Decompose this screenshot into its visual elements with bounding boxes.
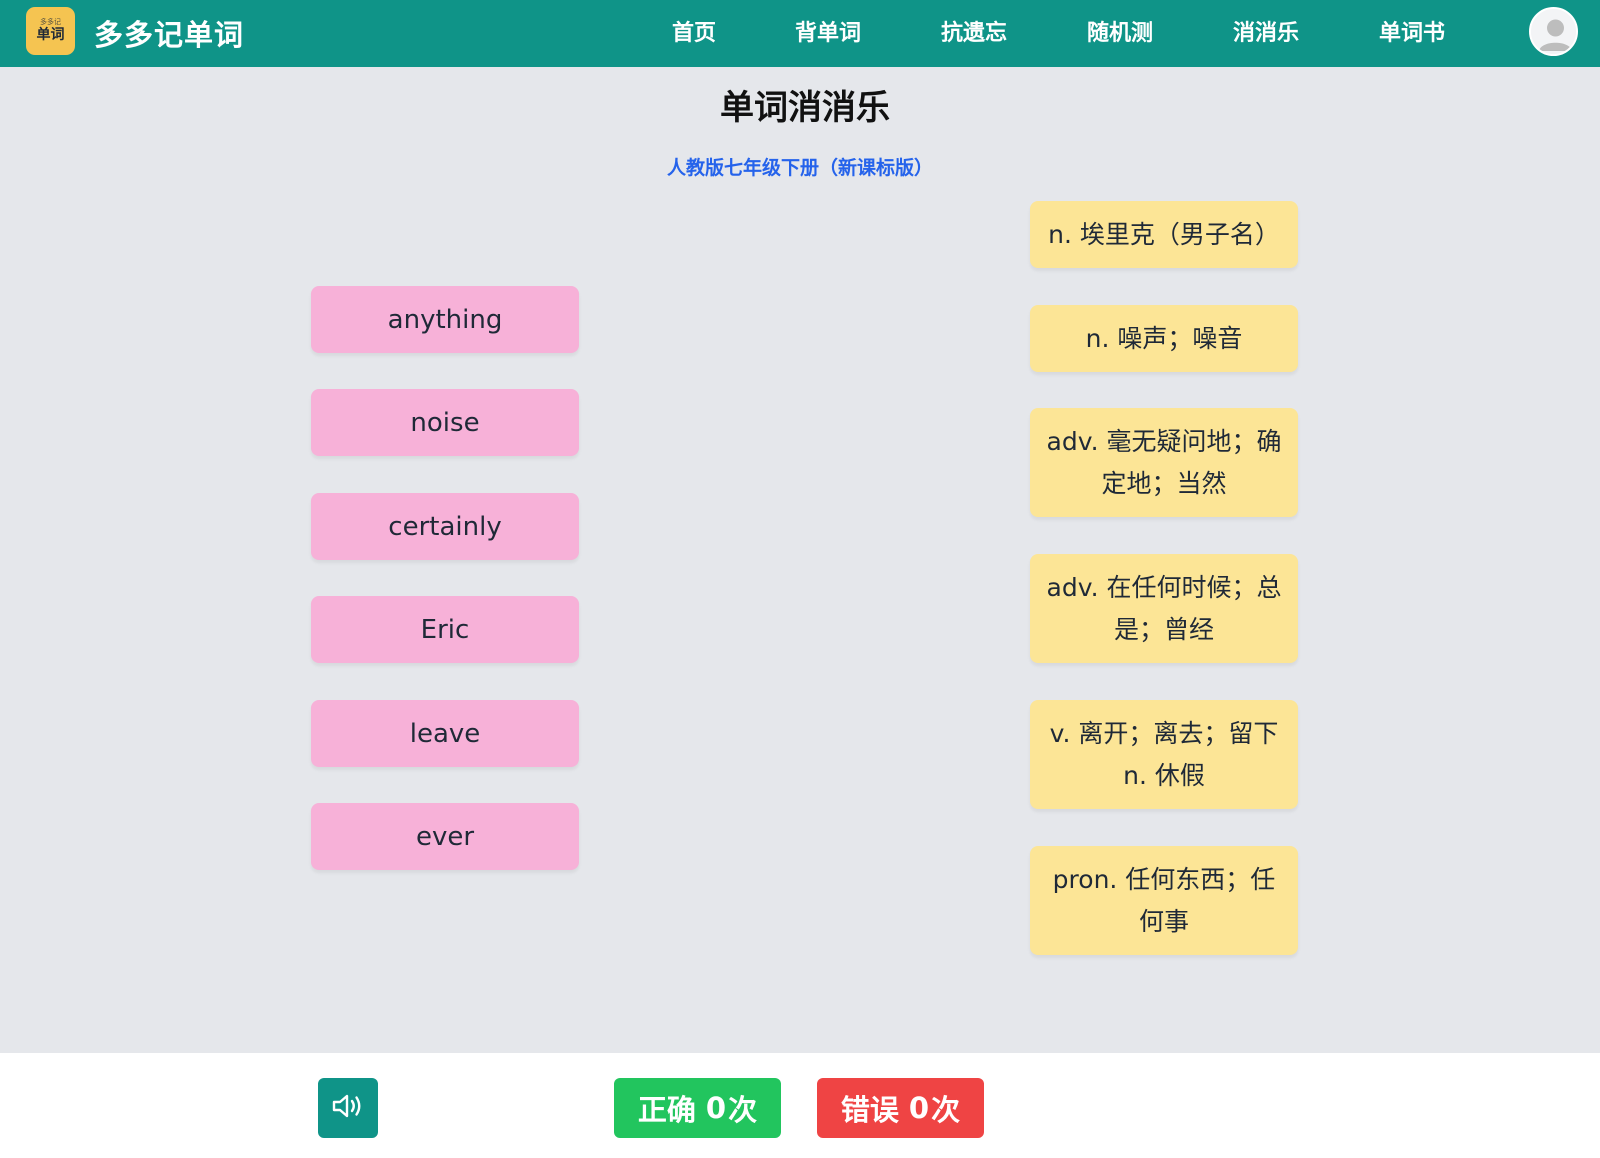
word-card[interactable]: Eric <box>311 596 579 663</box>
app-title[interactable]: 多多记单词 <box>94 12 244 54</box>
correct-count-button[interactable]: 正确 0 次 <box>614 1078 781 1138</box>
word-card[interactable]: ever <box>311 803 579 870</box>
nav-home[interactable]: 首页 <box>672 15 716 47</box>
sound-toggle-button[interactable] <box>318 1078 378 1138</box>
user-avatar-icon[interactable] <box>1529 7 1578 56</box>
correct-count: 0 <box>705 1091 727 1125</box>
meaning-card[interactable]: adv. 毫无疑问地；确定地；当然 <box>1030 408 1298 517</box>
meaning-card[interactable]: v. 离开；离去；留下n. 休假 <box>1030 700 1298 809</box>
word-card[interactable]: leave <box>311 700 579 767</box>
nav-anti-forgetting[interactable]: 抗遗忘 <box>941 15 1007 47</box>
meaning-card[interactable]: adv. 在任何时候；总是；曾经 <box>1030 554 1298 663</box>
wrong-count: 0 <box>908 1091 930 1125</box>
nav-memorize-words[interactable]: 背单词 <box>795 15 861 47</box>
meaning-card[interactable]: pron. 任何东西；任何事 <box>1030 846 1298 955</box>
top-navbar: 多多记 单词 多多记单词 首页 背单词 抗遗忘 随机测 消消乐 单词书 <box>0 0 1600 67</box>
speaker-icon <box>331 1091 365 1125</box>
wrong-count-button[interactable]: 错误 0 次 <box>817 1078 984 1138</box>
meaning-card[interactable]: n. 噪声；噪音 <box>1030 305 1298 372</box>
correct-label: 正确 <box>637 1093 696 1127</box>
nav-random-test[interactable]: 随机测 <box>1087 15 1153 47</box>
word-card[interactable]: certainly <box>311 493 579 560</box>
correct-unit: 次 <box>728 1093 758 1127</box>
wrong-unit: 次 <box>931 1093 961 1127</box>
logo-small-text: 多多记 <box>40 18 61 26</box>
nav-match-game[interactable]: 消消乐 <box>1233 15 1299 47</box>
word-card[interactable]: anything <box>311 286 579 353</box>
wrong-label: 错误 <box>840 1093 899 1127</box>
nav-word-books[interactable]: 单词书 <box>1379 15 1445 47</box>
meaning-card[interactable]: n. 埃里克（男子名） <box>1030 201 1298 268</box>
book-subtitle[interactable]: 人教版七年级下册（新课标版） <box>0 153 1600 180</box>
bottom-bar <box>0 1053 1600 1158</box>
app-logo[interactable]: 多多记 单词 <box>26 7 75 55</box>
page-title: 单词消消乐 <box>720 88 890 128</box>
word-card[interactable]: noise <box>311 389 579 456</box>
logo-main-text: 单词 <box>36 27 65 43</box>
